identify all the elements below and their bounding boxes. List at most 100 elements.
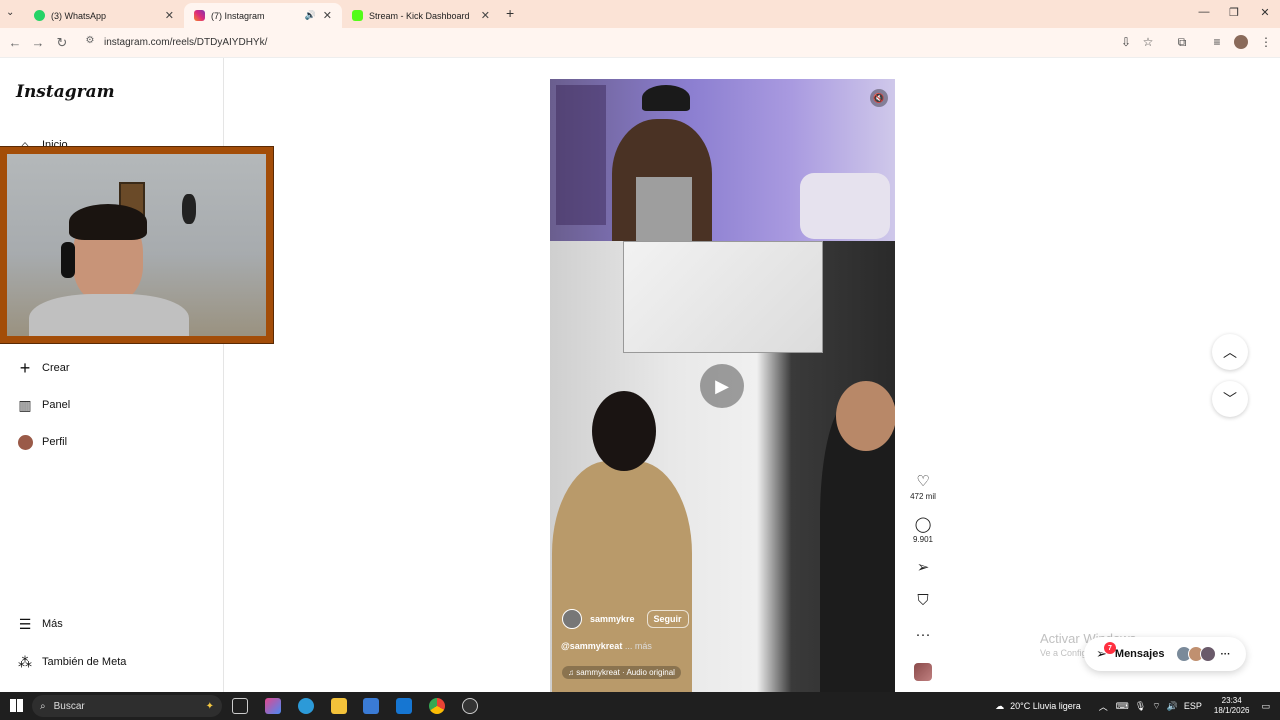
date: 18/1/2026 — [1213, 706, 1250, 715]
close-window-icon[interactable]: ✕ — [1255, 6, 1275, 19]
browser-menu-icon[interactable]: ⋮ — [1258, 35, 1274, 49]
comment-action[interactable]: ◯ 9.901 — [906, 515, 940, 544]
sidebar-item-panel[interactable]: ▥ Panel — [16, 396, 70, 414]
file-explorer-icon[interactable] — [331, 698, 347, 714]
bookmark-star-icon[interactable]: ☆ — [1140, 35, 1156, 49]
instagram-icon — [194, 10, 205, 21]
avatar — [16, 433, 34, 451]
notifications-icon[interactable]: ▭ — [1261, 701, 1270, 712]
heart-icon[interactable]: ♡ — [906, 472, 940, 490]
audio-thumbnail[interactable] — [914, 663, 932, 681]
previous-reel-button[interactable]: ︿ — [1212, 334, 1248, 370]
follow-button[interactable]: Seguir — [646, 610, 689, 628]
share-icon[interactable]: ➢ — [906, 558, 940, 576]
clock[interactable]: 23:34 18/1/2026 — [1214, 696, 1250, 716]
save-action[interactable]: ⛉ — [906, 592, 940, 611]
tab-label: (7) Instagram — [211, 10, 265, 21]
close-tab-icon[interactable]: ✕ — [323, 9, 332, 22]
reel-audio[interactable]: ♫ sammykreat · Audio original — [562, 666, 681, 679]
weather-text[interactable]: 20°C Lluvia ligera — [1010, 701, 1081, 711]
restore-icon[interactable]: ❐ — [1224, 6, 1244, 19]
reel-video[interactable]: ▶ 🔇 sammykre Seguir @sammykreat ... más … — [550, 79, 895, 692]
instagram-logo[interactable]: Instagram — [16, 82, 115, 102]
like-count: 472 mil — [910, 492, 936, 501]
more-options-action[interactable]: ··· — [906, 626, 940, 645]
man-head — [836, 381, 895, 451]
microphone-icon[interactable]: 🎙 — [1135, 701, 1146, 712]
close-tab-icon[interactable]: ✕ — [481, 9, 490, 22]
sidebar-item-crear[interactable]: + Crear — [16, 358, 70, 378]
extensions-icon[interactable]: ⧉ — [1174, 35, 1190, 50]
media-controls-icon[interactable]: ≡ — [1209, 35, 1225, 49]
profile-avatar-icon[interactable] — [1233, 35, 1249, 52]
tab-whatsapp[interactable]: (3) WhatsApp ✕ — [24, 3, 184, 28]
copilot-icon[interactable] — [265, 698, 281, 714]
reload-icon[interactable]: ↻ — [54, 35, 70, 51]
like-action[interactable]: ♡ 472 mil — [906, 472, 940, 501]
task-view-icon[interactable] — [232, 698, 248, 714]
tab-instagram[interactable]: (7) Instagram 🔊 ✕ — [184, 3, 342, 28]
caption-more-link[interactable]: ... más — [625, 641, 652, 651]
site-settings-icon[interactable]: ⚙ — [82, 35, 98, 46]
system-tray: ☁ 20°C Lluvia ligera ︿ ⌨ 🎙 ⌔ 🔊 ESP 23:34… — [995, 692, 1280, 720]
person-girl — [552, 461, 692, 692]
share-action[interactable]: ➢ — [906, 558, 940, 578]
more-icon[interactable]: ··· — [906, 626, 940, 643]
person-shirt — [29, 294, 189, 336]
whatsapp-icon — [34, 10, 45, 21]
avatar — [1200, 646, 1217, 662]
person-hair — [69, 204, 147, 240]
wifi-icon[interactable]: ⌔ — [1152, 701, 1160, 712]
webcam-overlay — [0, 146, 274, 344]
chrome-icon[interactable] — [429, 698, 445, 714]
kick-icon — [352, 10, 363, 21]
windows-taskbar: ⌕ Buscar ✦ ☁ 20°C Lluvia ligera ︿ ⌨ 🎙 ⌔ … — [0, 692, 1280, 720]
sidebar-item-mas[interactable]: ☰ Más — [16, 615, 63, 633]
chevron-up-icon[interactable]: ︿ — [1099, 700, 1108, 713]
volume-icon[interactable]: 🔇 — [870, 89, 888, 107]
next-reel-button[interactable]: ﹀ — [1212, 381, 1248, 417]
avatar[interactable] — [562, 609, 582, 629]
edge-icon[interactable] — [298, 698, 314, 714]
windows-start-icon[interactable] — [10, 699, 23, 712]
microsoft-store-icon[interactable] — [363, 698, 379, 714]
new-tab-icon[interactable]: + — [506, 5, 514, 21]
sidebar-item-meta[interactable]: ⁂ También de Meta — [16, 653, 126, 671]
weather-icon[interactable]: ☁ — [995, 701, 1004, 712]
comment-icon[interactable]: ◯ — [906, 515, 940, 533]
tab-label: Stream - Kick Dashboard — [369, 10, 470, 21]
chart-icon: ▥ — [18, 396, 32, 413]
language-indicator[interactable]: ESP — [1184, 701, 1202, 711]
back-icon[interactable]: ← — [7, 35, 23, 50]
girl-hair — [592, 391, 656, 471]
audio-label: sammykreat · Audio original — [576, 668, 675, 677]
url-input[interactable]: instagram.com/reels/DTDyAIYDHYk/ — [104, 37, 267, 48]
tab-kick-dashboard[interactable]: Stream - Kick Dashboard ✕ — [342, 3, 500, 28]
chevron-up-icon: ︿ — [1223, 344, 1237, 360]
messages-label: Mensajes — [1114, 648, 1165, 660]
messages-button[interactable]: ➢ 7 Mensajes ··· — [1084, 637, 1246, 671]
caption-user[interactable]: @sammykreat — [561, 641, 622, 651]
browser-tab-bar: ⌄ (3) WhatsApp ✕ (7) Instagram 🔊 ✕ Strea… — [0, 0, 1280, 28]
speaker-icon[interactable]: 🔊 — [1167, 701, 1178, 712]
sidebar-item-perfil[interactable]: Perfil — [16, 433, 67, 451]
close-tab-icon[interactable]: ✕ — [165, 9, 174, 22]
outlook-icon[interactable] — [396, 698, 412, 714]
speaker-icon[interactable]: 🔊 — [305, 10, 316, 21]
play-icon[interactable]: ▶ — [700, 364, 744, 408]
copilot-sparkle-icon: ✦ — [205, 700, 214, 712]
minimize-icon[interactable]: — — [1194, 6, 1214, 18]
obs-icon[interactable] — [462, 698, 478, 714]
reel-username[interactable]: sammykre — [590, 614, 635, 624]
install-app-icon[interactable]: ⇩ — [1118, 35, 1134, 49]
taskbar-search[interactable]: ⌕ Buscar ✦ — [32, 695, 222, 717]
forward-icon[interactable]: → — [30, 35, 46, 50]
tab-search-chevron-icon[interactable]: ⌄ — [6, 7, 14, 18]
time: 23:34 — [1221, 696, 1242, 705]
messages-badge: 7 — [1104, 642, 1116, 654]
more-icon[interactable]: ··· — [1220, 649, 1230, 660]
guitar — [182, 194, 196, 224]
bookmark-icon[interactable]: ⛉ — [906, 592, 940, 609]
network-icon[interactable]: ⌨ — [1116, 701, 1129, 712]
meta-apps-icon: ⁂ — [18, 653, 32, 670]
